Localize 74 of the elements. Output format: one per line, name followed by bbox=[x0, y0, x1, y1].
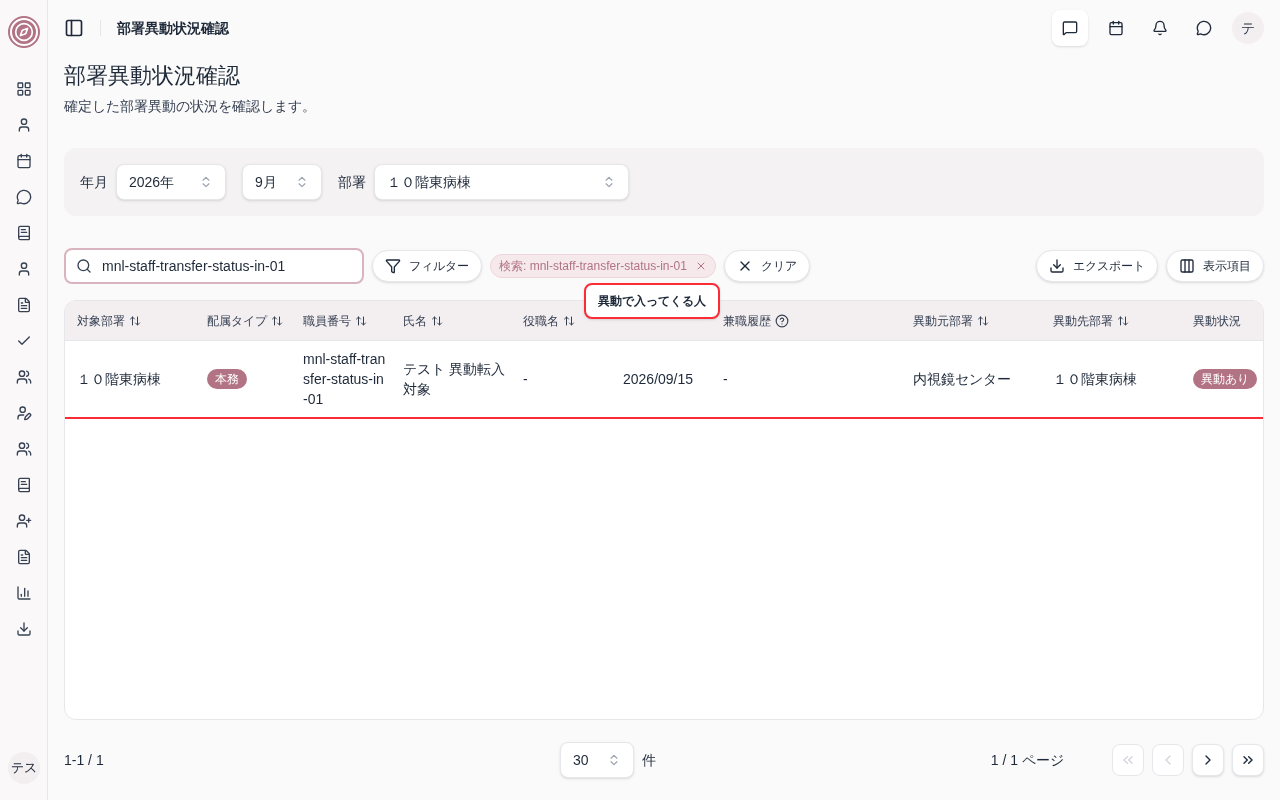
last-page-button[interactable] bbox=[1232, 744, 1264, 776]
document-icon[interactable] bbox=[15, 477, 32, 493]
year-select[interactable]: 2026年 bbox=[116, 164, 226, 200]
calendar-icon[interactable] bbox=[15, 153, 32, 169]
table-cell-text: １０階東病棟 bbox=[1053, 370, 1137, 389]
page-description: 確定した部署異動の状況を確認します。 bbox=[64, 97, 317, 116]
document-icon[interactable] bbox=[15, 225, 32, 241]
page-size-unit: 件 bbox=[642, 751, 656, 770]
columns-button[interactable]: 表示項目 bbox=[1166, 250, 1264, 282]
message-icon bbox=[1062, 20, 1078, 36]
sort-icon[interactable] bbox=[129, 314, 141, 327]
page-title: 部署異動状況確認 bbox=[64, 62, 241, 90]
month-select[interactable]: 9月 bbox=[242, 164, 322, 200]
table-cell-text: 内視鏡センター bbox=[913, 370, 1011, 389]
user-avatar[interactable]: テス bbox=[7, 752, 40, 784]
department-select[interactable]: １０階東病棟 bbox=[374, 164, 629, 200]
filter-icon bbox=[385, 258, 401, 274]
download-icon bbox=[1049, 258, 1065, 274]
clear-button[interactable]: クリア bbox=[723, 250, 810, 282]
column-header[interactable]: 氏名 bbox=[403, 312, 427, 329]
help-icon[interactable] bbox=[775, 313, 789, 328]
download-icon[interactable] bbox=[15, 621, 32, 637]
column-header[interactable]: 異動先部署 bbox=[1053, 312, 1113, 329]
file-icon[interactable] bbox=[15, 297, 32, 313]
column-header[interactable]: 異動元部署 bbox=[913, 312, 973, 329]
page-info: 1 / 1 ページ bbox=[990, 751, 1064, 770]
table-cell-text: 2026/09/15 bbox=[623, 370, 694, 389]
bar-chart-icon[interactable] bbox=[15, 585, 32, 601]
department-label: 部署 bbox=[338, 173, 366, 192]
sort-icon[interactable] bbox=[355, 314, 367, 327]
column-header: 兼職履歴 bbox=[723, 312, 771, 329]
filter-button[interactable]: フィルター bbox=[372, 250, 482, 282]
logo-icon bbox=[7, 16, 40, 48]
user-avatar[interactable]: テ bbox=[1232, 12, 1264, 44]
page-size-select[interactable]: 30 bbox=[560, 742, 634, 778]
users-icon[interactable] bbox=[15, 441, 32, 457]
feedback-button[interactable] bbox=[1052, 10, 1088, 46]
notification-icon[interactable] bbox=[1152, 20, 1168, 36]
sort-icon[interactable] bbox=[1117, 314, 1129, 327]
table-cell-text: テスト 異動転入対象 bbox=[403, 360, 506, 399]
column-header: 異動状況 bbox=[1193, 312, 1241, 329]
status-badge: 本務 bbox=[207, 369, 247, 389]
columns-icon bbox=[1179, 258, 1195, 274]
table-cell-text: mnl-staff-transfer-status-in-01 bbox=[303, 350, 387, 409]
tooltip: 異動で入ってくる人 bbox=[584, 283, 720, 319]
chevron-updown-icon bbox=[607, 753, 621, 767]
sort-icon[interactable] bbox=[563, 314, 575, 327]
column-header[interactable]: 職員番号 bbox=[303, 312, 351, 329]
table-cell-text: １０階東病棟 bbox=[77, 370, 161, 389]
chat-icon[interactable] bbox=[1196, 20, 1212, 36]
table-cell-text: - bbox=[523, 370, 528, 389]
table-cell-text: - bbox=[723, 370, 728, 389]
file-icon[interactable] bbox=[15, 549, 32, 565]
calendar-icon[interactable] bbox=[1108, 20, 1124, 36]
user-pen-icon[interactable] bbox=[15, 405, 32, 421]
search-field[interactable]: mnl-staff-transfer-status-in-01 bbox=[64, 248, 364, 284]
export-button[interactable]: エクスポート bbox=[1036, 250, 1158, 282]
header-title: 部署異動状況確認 bbox=[117, 19, 229, 38]
sidebar-toggle-icon[interactable] bbox=[64, 18, 84, 38]
sort-icon[interactable] bbox=[431, 314, 443, 327]
grid-icon[interactable] bbox=[15, 81, 32, 97]
status-badge: 異動あり bbox=[1193, 369, 1257, 389]
range-text: 1-1 / 1 bbox=[64, 751, 105, 770]
user-plus-icon[interactable] bbox=[15, 513, 32, 529]
column-header[interactable]: 対象部署 bbox=[77, 312, 125, 329]
column-header[interactable]: 役職名 bbox=[523, 312, 559, 329]
search-icon bbox=[76, 258, 92, 274]
table-row[interactable]: １０階東病棟 本務 mnl-staff-transfer-status-in-01 テスト 異動転入対象 - 2026/09/15 - 内視鏡センター １０階東病棟 異動あり bbox=[65, 341, 1263, 419]
chat-icon[interactable] bbox=[15, 189, 32, 205]
sort-icon[interactable] bbox=[271, 314, 283, 327]
column-header[interactable]: 配属タイプ bbox=[207, 312, 267, 329]
sort-icon[interactable] bbox=[977, 314, 989, 327]
users-icon[interactable] bbox=[15, 369, 32, 385]
year-month-label: 年月 bbox=[80, 173, 108, 192]
